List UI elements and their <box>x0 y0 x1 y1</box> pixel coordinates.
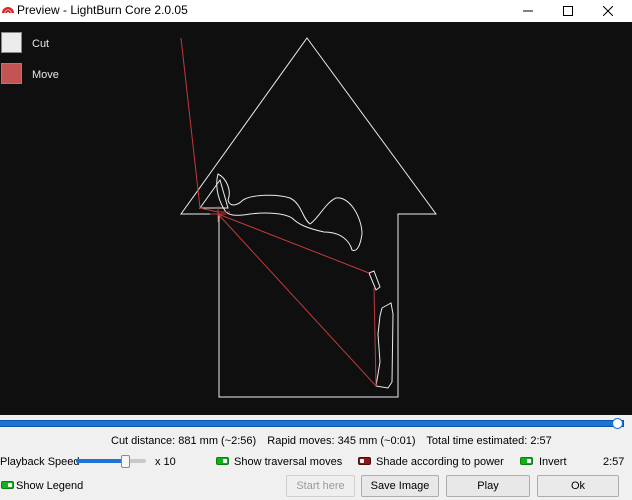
play-button[interactable]: Play <box>446 475 530 497</box>
cut-paths <box>180 37 437 398</box>
save-image-button[interactable]: Save Image <box>361 475 439 497</box>
playback-speed-fill <box>76 459 125 463</box>
house-outline <box>180 37 437 398</box>
shade-power-label: Shade according to power <box>376 456 504 468</box>
shade-power-toggle[interactable] <box>358 457 371 465</box>
show-traversal-label: Show traversal moves <box>234 456 343 468</box>
show-traversal-toggle[interactable] <box>216 457 229 465</box>
title-bar: Preview - LightBurn Core 2.0.05 <box>0 0 632 22</box>
small-triangle-shape <box>199 178 229 209</box>
legend-label-move: Move <box>32 69 59 81</box>
playback-time: 2:57 <box>603 456 625 468</box>
invert-toggle[interactable] <box>520 457 533 465</box>
close-button[interactable] <box>588 0 628 22</box>
legend-swatch-cut <box>1 32 22 53</box>
legend-swatch-move <box>1 63 22 84</box>
window-title: Preview - LightBurn Core 2.0.05 <box>17 3 188 17</box>
show-legend-label: Show Legend <box>16 480 84 492</box>
legend-label-cut: Cut <box>32 38 50 50</box>
cut-distance-text: Cut distance: 881 mm (~2:56) <box>111 435 257 447</box>
ok-button[interactable]: Ok <box>537 475 619 497</box>
playback-progress-handle[interactable] <box>612 418 623 429</box>
total-time-text: Total time estimated: 2:57 <box>426 435 552 447</box>
small-slot-shape <box>368 270 381 291</box>
playback-speed-label: Playback Speed <box>0 456 80 468</box>
close-icon <box>603 6 613 16</box>
playback-speed-slider[interactable] <box>76 459 146 463</box>
show-legend-toggle[interactable] <box>1 481 14 489</box>
playback-speed-handle[interactable] <box>121 455 130 468</box>
invert-label: Invert <box>539 456 567 468</box>
minimize-button[interactable] <box>508 0 548 22</box>
move-paths <box>180 37 377 387</box>
start-here-button[interactable]: Start here <box>286 475 355 497</box>
minimize-icon <box>523 10 533 12</box>
maximize-button[interactable] <box>548 0 588 22</box>
toolpath-drawing <box>180 37 437 398</box>
maximize-icon <box>563 6 573 16</box>
rapid-moves-text: Rapid moves: 345 mm (~0:01) <box>267 435 416 447</box>
squiggle-shape <box>216 173 363 251</box>
playback-progress-bar[interactable] <box>0 420 624 427</box>
lightburn-logo-icon <box>1 1 15 15</box>
job-stats: Cut distance: 881 mm (~2:56) Rapid moves… <box>111 435 560 447</box>
preview-canvas[interactable]: Cut Move <box>0 22 632 415</box>
tall-slot-shape <box>375 302 394 389</box>
speed-multiplier: x 10 <box>155 456 176 468</box>
